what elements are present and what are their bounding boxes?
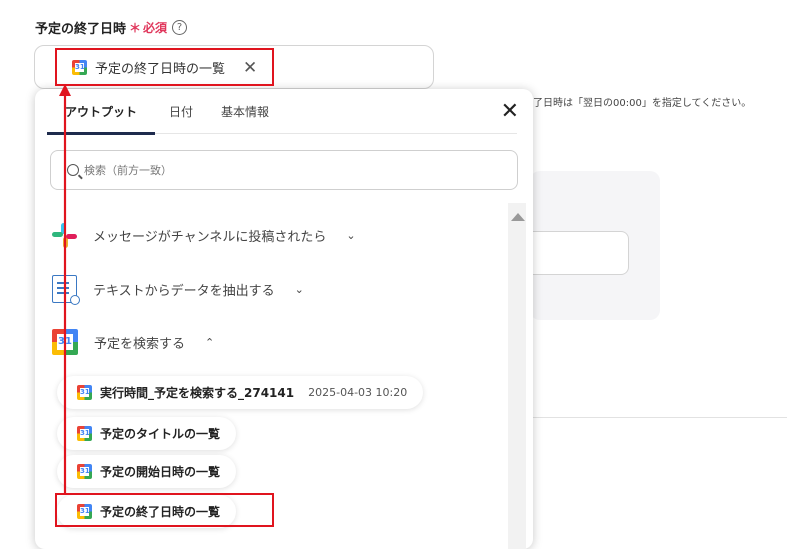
annotation-arrow-icon bbox=[59, 84, 71, 494]
required-asterisk: ＊ bbox=[129, 21, 142, 35]
tab-basic-info[interactable]: 基本情報 bbox=[207, 89, 283, 134]
group-search-events[interactable]: 31 予定を検索する ⌃ bbox=[52, 329, 214, 355]
group-text-extraction[interactable]: テキストからデータを抽出する ⌄ bbox=[52, 275, 304, 305]
required-text: 必須 bbox=[143, 21, 168, 35]
output-item-start-datetimes[interactable]: 31 予定の開始日時の一覧 bbox=[57, 455, 237, 488]
output-item-event-titles[interactable]: 31 予定のタイトルの一覧 bbox=[57, 417, 237, 450]
output-item-execution-time[interactable]: 31 実行時間_予定を検索する_274141 2025-04-03 10:20 bbox=[57, 376, 424, 409]
close-icon[interactable]: ✕ bbox=[501, 101, 519, 123]
divider bbox=[533, 417, 787, 418]
item-timestamp: 2025-04-03 10:20 bbox=[308, 386, 408, 399]
scroll-up-arrow-icon[interactable] bbox=[511, 213, 525, 221]
google-calendar-icon: 31 bbox=[77, 426, 92, 441]
group-label: 予定を検索する bbox=[94, 336, 186, 352]
highlight-selected-chip bbox=[55, 48, 274, 86]
help-icon[interactable]: ? bbox=[172, 20, 188, 35]
google-calendar-icon: 31 bbox=[77, 385, 92, 400]
chevron-down-icon: ⌄ bbox=[294, 282, 304, 296]
search-input[interactable]: 検索（前方一致） bbox=[50, 150, 518, 190]
item-label: 予定の開始日時の一覧 bbox=[100, 465, 221, 479]
field-label-text: 予定の終了日時 bbox=[35, 22, 127, 37]
item-label: 実行時間_予定を検索する_274141 bbox=[100, 386, 295, 400]
output-picker-panel: アウトプット 日付 基本情報 ✕ 検索（前方一致） メッセージがチャンネルに投稿… bbox=[35, 89, 533, 549]
group-label: メッセージがチャンネルに投稿されたら bbox=[93, 230, 327, 245]
required-indicator: ＊ 必須 bbox=[129, 19, 167, 36]
panel-scrollbar[interactable] bbox=[508, 203, 526, 549]
chevron-down-icon: ⌄ bbox=[346, 229, 356, 242]
item-label: 予定のタイトルの一覧 bbox=[100, 427, 221, 441]
panel-tabs: アウトプット 日付 基本情報 bbox=[47, 89, 517, 135]
chevron-up-icon: ⌃ bbox=[205, 335, 215, 349]
tab-date[interactable]: 日付 bbox=[155, 89, 207, 134]
google-calendar-icon: 31 bbox=[77, 464, 92, 479]
field-label: 予定の終了日時 ＊ 必須 ? bbox=[35, 18, 188, 37]
field-hint: 了日時は「翌日の00:00」を指定してください。 bbox=[533, 98, 752, 109]
group-slack-trigger[interactable]: メッセージがチャンネルに投稿されたら ⌄ bbox=[52, 223, 356, 248]
search-placeholder: 検索（前方一致） bbox=[84, 164, 172, 177]
background-input[interactable] bbox=[530, 231, 629, 275]
group-label: テキストからデータを抽出する bbox=[93, 283, 275, 299]
